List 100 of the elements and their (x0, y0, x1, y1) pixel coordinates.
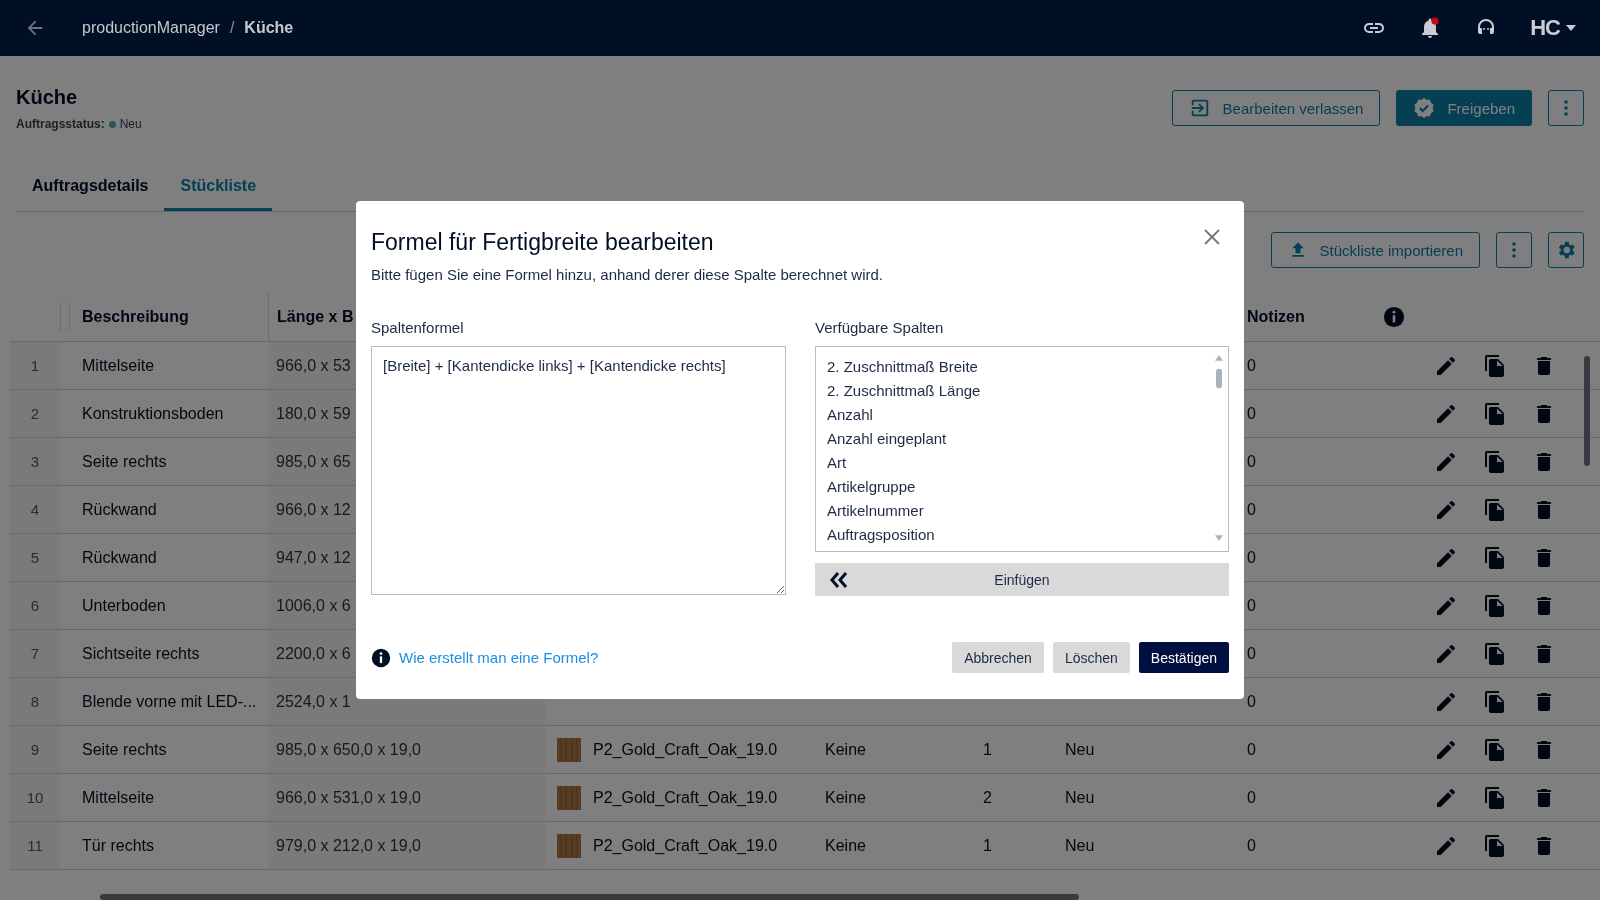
more-icon (1512, 242, 1516, 258)
row-number: 3 (10, 438, 60, 485)
table-cell: Neu (1065, 740, 1095, 759)
copy-icon[interactable] (1483, 497, 1507, 522)
row-number: 8 (10, 678, 60, 725)
table-cell-text: 0 (1246, 355, 1257, 376)
table-cell: P2_Gold_Craft_Oak_19.0 (593, 836, 778, 855)
more-button[interactable] (1548, 90, 1584, 126)
table-cell-text: Mittelseite (81, 355, 156, 376)
table-cell-text: 0 (1246, 739, 1257, 760)
list-item[interactable]: Artikelnummer (827, 499, 1217, 523)
close-icon (1204, 229, 1220, 245)
list-item[interactable]: Artikelgruppe (827, 475, 1217, 499)
dialog-button[interactable]: Löschen (1052, 642, 1130, 673)
info-icon (371, 647, 391, 668)
table-cell-text: 0 (1246, 547, 1257, 568)
table-cell-text: 0 (1246, 787, 1257, 808)
table-cell-text: Rückwand (81, 499, 158, 520)
table-cell-text: 0 (1246, 451, 1257, 472)
wood-swatch-icon (557, 737, 581, 762)
table-cell-text: 0 (1246, 691, 1257, 712)
breadcrumb-item[interactable]: productionManager (82, 19, 220, 37)
table-cell-text: Mittelseite (81, 787, 156, 808)
user-menu-button[interactable]: HC (1530, 15, 1576, 41)
table-cell: Keine (825, 836, 866, 855)
row-number: 1 (10, 342, 60, 389)
copy-icon[interactable] (1483, 737, 1507, 762)
more-icon (1564, 100, 1568, 116)
breadcrumb-item: Küche (244, 19, 294, 37)
table-cell-text: 0 (1246, 643, 1257, 664)
copy-icon[interactable] (1483, 353, 1507, 378)
table-cell: 966,0 x 531,0 x 19,0 (268, 774, 545, 821)
status-dot (108, 120, 116, 128)
table-cell: Keine (825, 788, 866, 807)
list-item[interactable]: Art (827, 451, 1217, 475)
table-cell: 985,0 x 650,0 x 19,0 (268, 726, 545, 773)
caret-icon (1566, 25, 1576, 31)
table-cell-text: Sichtseite rechts (81, 643, 201, 664)
settings-button[interactable] (1548, 232, 1584, 268)
list-item[interactable]: Anzahl (827, 403, 1217, 427)
table-cell-text: Blende vorne mit LED-... (81, 691, 258, 712)
copy-icon[interactable] (1483, 449, 1507, 474)
field-label: Spaltenformel (371, 319, 465, 336)
table-cell-text: 0 (1246, 835, 1257, 856)
copy-icon[interactable] (1483, 401, 1507, 426)
list-item[interactable]: 2. Zuschnittmaß Länge (827, 379, 1217, 403)
wood-swatch-icon (557, 833, 581, 858)
table-cell-text: 0 (1246, 499, 1257, 520)
list-item[interactable]: 2. Zuschnittmaß Breite (827, 355, 1217, 379)
formula-field[interactable]: [Breite] + [Kantendicke links] + [Kantendicke rechts] (371, 346, 786, 595)
row-number: 9 (10, 726, 60, 773)
row-number: 4 (10, 486, 60, 533)
table-cell: P2_Gold_Craft_Oak_19.0 (593, 788, 778, 807)
wood-swatch-icon (557, 785, 581, 810)
tab[interactable]: Auftragsdetails (16, 164, 165, 211)
row-number: 6 (10, 582, 60, 629)
dialog-subtitle: Bitte fügen Sie eine Formel hinzu, anhand derer diese Spalte berechnet wird. (371, 266, 884, 283)
dialog-title: Formel für Fertigbreite bearbeiten (371, 229, 715, 256)
copy-icon[interactable] (1483, 545, 1507, 570)
table-cell: P2_Gold_Craft_Oak_19.0 (593, 740, 778, 759)
list-item[interactable]: Anzahl eingeplant (827, 427, 1217, 451)
column-header: Notizen (1246, 306, 1306, 327)
double-chevron-left-icon (829, 571, 849, 588)
table-cell-text: Rückwand (81, 547, 158, 568)
row-number: 7 (10, 630, 60, 677)
insert-button[interactable]: Einfügen (815, 563, 1229, 596)
more-button[interactable] (1496, 232, 1532, 268)
table-cell-text: 0 (1246, 403, 1257, 424)
table-cell: Neu (1065, 836, 1095, 855)
table-cell: 1 (983, 740, 992, 759)
table-cell: Keine (825, 740, 866, 759)
table-cell-text: 0 (1246, 595, 1257, 616)
dialog-button[interactable]: Abbrechen (952, 642, 1044, 673)
row-number: 11 (10, 822, 60, 869)
table-cell: 2 (983, 788, 992, 807)
copy-icon[interactable] (1483, 641, 1507, 666)
table-cell-text: Seite rechts (81, 739, 168, 760)
confirm-button[interactable]: Bestätigen (1138, 642, 1229, 673)
table-cell-text: Tür rechts (81, 835, 155, 856)
breadcrumb-separator: / (229, 19, 235, 37)
badge-check-icon (1413, 97, 1436, 119)
copy-icon[interactable] (1483, 593, 1507, 618)
copy-icon[interactable] (1483, 689, 1507, 714)
info-icon[interactable] (1383, 305, 1405, 328)
row-number: 5 (10, 534, 60, 581)
close-button[interactable] (1202, 227, 1222, 247)
row-number: 2 (10, 390, 60, 437)
status-value: Neu (119, 117, 142, 131)
table-cell: Neu (1065, 788, 1095, 807)
copy-icon[interactable] (1483, 785, 1507, 810)
table-cell: 979,0 x 212,0 x 19,0 (268, 822, 545, 869)
column-header: Beschreibung (81, 306, 190, 327)
row-number: 10 (10, 774, 60, 821)
table-cell: 1 (983, 836, 992, 855)
table-cell-text: Unterboden (81, 595, 167, 616)
list-item[interactable]: Auftragsposition (827, 523, 1217, 547)
field-label: Verfügbare Spalten (815, 319, 945, 336)
table-cell-text: Konstruktionsboden (81, 403, 225, 424)
copy-icon[interactable] (1483, 833, 1507, 858)
page-title: Küche (16, 86, 79, 109)
